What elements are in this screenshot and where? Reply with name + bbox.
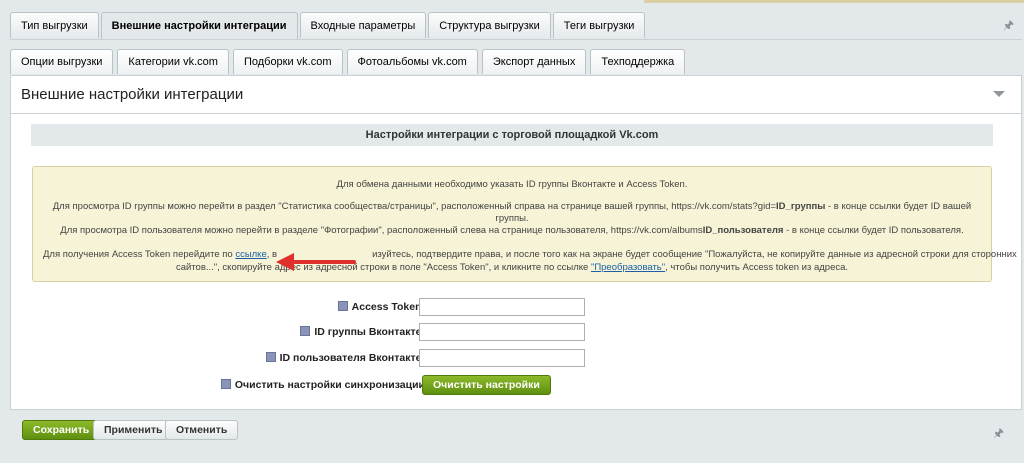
access-token-link[interactable]: ссылке bbox=[235, 249, 266, 260]
clear-settings-button[interactable]: Очистить настройки bbox=[422, 375, 551, 395]
note-text: , чтобы получить Access token из адреса. bbox=[665, 262, 849, 273]
hint-icon[interactable] bbox=[300, 326, 311, 336]
note-line-4: Для получения Access Token перейдите по … bbox=[43, 249, 1017, 261]
note-text: , в изуйтесь, подтвердите права, и после… bbox=[266, 249, 1017, 260]
user-id-label: ID пользователя Вконтакте: bbox=[265, 352, 425, 364]
tab-external-settings[interactable]: Внешние настройки интеграции bbox=[100, 12, 298, 41]
chevron-down-icon[interactable] bbox=[993, 91, 1005, 97]
hint-icon[interactable] bbox=[220, 379, 231, 389]
hint-icon[interactable] bbox=[337, 301, 348, 311]
note-text: - в конце ссылки будет ID пользователя. bbox=[783, 225, 964, 236]
tab-export-structure[interactable]: Структура выгрузки bbox=[428, 12, 551, 38]
label-text: Очистить настройки синхронизации bbox=[234, 379, 425, 391]
divider bbox=[11, 113, 1021, 114]
note-text: Для получения Access Token перейдите по bbox=[43, 249, 236, 260]
label-text: ID пользователя Вконтакте: bbox=[279, 352, 425, 364]
info-note: Для обмена данными необходимо указать ID… bbox=[32, 166, 1017, 282]
access-token-row: Access Token: bbox=[11, 298, 1023, 318]
clear-sync-label: Очистить настройки синхронизации bbox=[220, 379, 425, 391]
note-text: сайтов...", скопируйте адрес из адресной… bbox=[175, 262, 591, 273]
subtab-vk-collections[interactable]: Подборки vk.com bbox=[232, 49, 343, 74]
note-line-1: Для обмена данными необходимо указать ID… bbox=[336, 179, 688, 190]
main-tabs: Тип выгрузки Внешние настройки интеграци… bbox=[10, 12, 646, 41]
pin-icon[interactable]: 🖈 bbox=[1003, 18, 1014, 32]
group-id-input[interactable] bbox=[419, 323, 585, 341]
section-title: Настройки интеграции с торговой площадко… bbox=[31, 124, 993, 146]
label-text: Access Token: bbox=[351, 301, 425, 313]
note-bold: ID_пользователя bbox=[702, 225, 784, 236]
subtab-support[interactable]: Техподдержка bbox=[590, 49, 686, 74]
settings-panel: Внешние настройки интеграции Настройки и… bbox=[10, 75, 1022, 410]
action-bar: Сохранить Применить Отменить 🖈 bbox=[10, 410, 1022, 463]
subtab-export-options[interactable]: Опции выгрузки bbox=[10, 49, 114, 74]
label-text: ID группы Вконтакте: bbox=[314, 326, 425, 338]
note-line-3: Для просмотра ID пользователя можно пере… bbox=[43, 225, 981, 237]
panel-title: Внешние настройки интеграции bbox=[21, 86, 244, 103]
sub-tabs-bar: Опции выгрузки Категории vk.com Подборки… bbox=[10, 39, 1022, 77]
convert-link[interactable]: "Преобразовать" bbox=[591, 262, 665, 273]
group-id-row: ID группы Вконтакте: bbox=[11, 323, 1023, 343]
subtab-vk-albums[interactable]: Фотоальбомы vk.com bbox=[346, 49, 478, 74]
tab-input-params[interactable]: Входные параметры bbox=[299, 12, 427, 38]
user-id-input[interactable] bbox=[419, 349, 585, 367]
note-line-2: Для просмотра ID группы можно перейти в … bbox=[43, 201, 981, 225]
user-id-row: ID пользователя Вконтакте: bbox=[11, 349, 1023, 369]
cancel-button[interactable]: Отменить bbox=[165, 420, 239, 440]
note-text: Для просмотра ID пользователя можно пере… bbox=[60, 225, 703, 236]
note-bold: ID_группы bbox=[776, 201, 826, 212]
save-button[interactable]: Сохранить bbox=[22, 420, 101, 440]
note-text: Для просмотра ID группы можно перейти в … bbox=[52, 201, 777, 212]
access-token-input[interactable] bbox=[419, 298, 585, 316]
group-id-label: ID группы Вконтакте: bbox=[300, 326, 425, 338]
apply-button[interactable]: Применить bbox=[93, 420, 174, 440]
subtab-data-export[interactable]: Экспорт данных bbox=[481, 49, 587, 74]
note-line-5: сайтов...", скопируйте адрес из адресной… bbox=[43, 262, 981, 274]
subtab-vk-categories[interactable]: Категории vk.com bbox=[117, 49, 229, 74]
tab-export-tags[interactable]: Теги выгрузки bbox=[552, 12, 646, 38]
clear-sync-row: Очистить настройки синхронизации Очистит… bbox=[11, 375, 1023, 395]
tab-export-type[interactable]: Тип выгрузки bbox=[10, 12, 99, 38]
access-token-label: Access Token: bbox=[337, 301, 425, 313]
arrow-icon bbox=[276, 253, 356, 271]
sub-tabs: Опции выгрузки Категории vk.com Подборки… bbox=[10, 49, 686, 74]
pin-icon[interactable]: 🖈 bbox=[993, 426, 1004, 440]
top-accent-line bbox=[644, 0, 1024, 3]
hint-icon[interactable] bbox=[265, 352, 276, 362]
